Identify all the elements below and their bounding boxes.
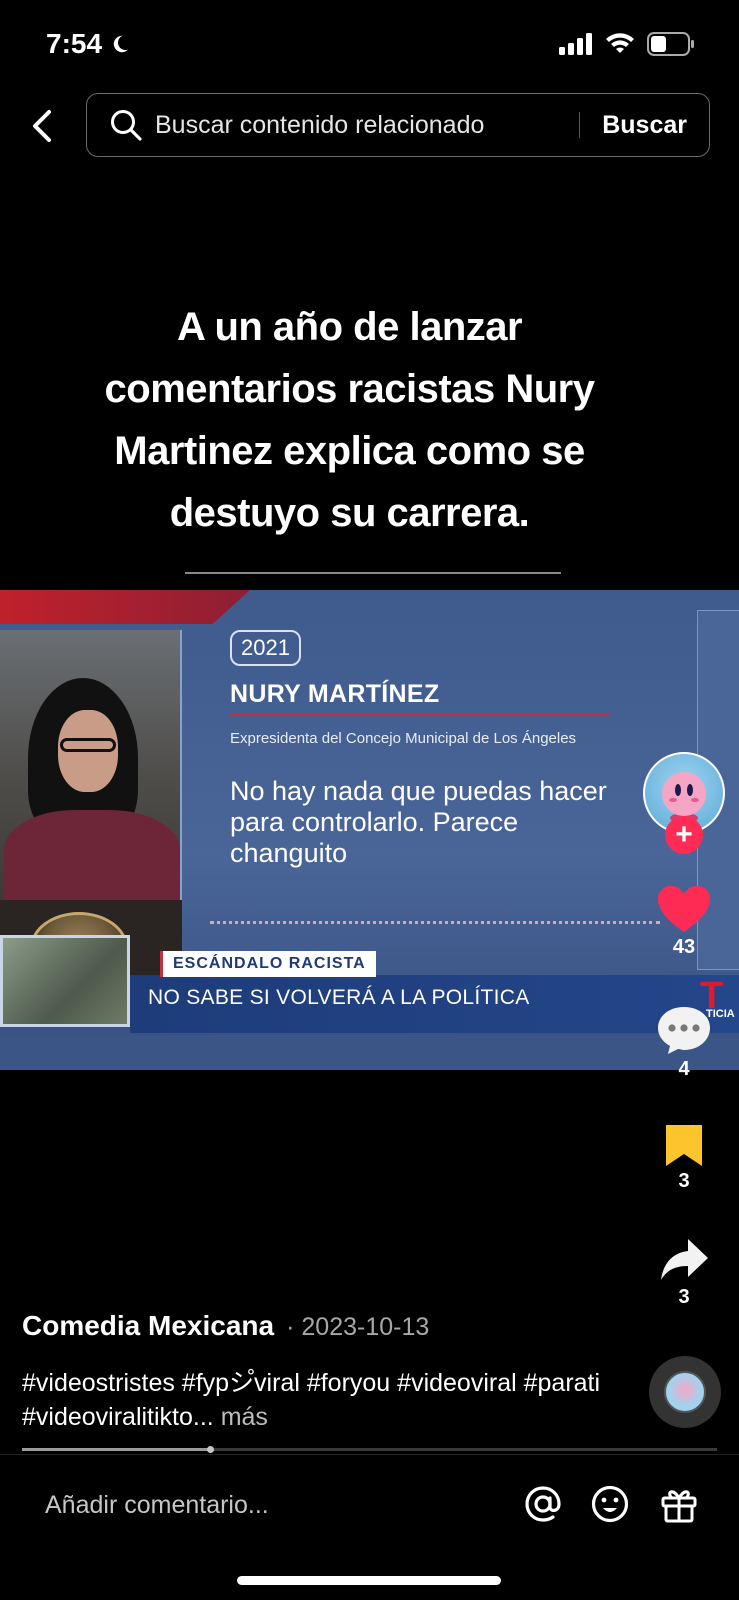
video-caption: A un año de lanzar comentarios racistas … bbox=[104, 305, 595, 535]
video-progress-bar[interactable] bbox=[22, 1446, 717, 1453]
like-action[interactable]: 43 bbox=[640, 884, 728, 959]
comment-icon[interactable] bbox=[655, 1004, 713, 1056]
dotted-divider bbox=[210, 921, 660, 924]
lower-third-tag: ESCÁNDALO RACISTA bbox=[160, 951, 376, 977]
bookmark-action[interactable]: 3 bbox=[640, 1122, 728, 1193]
post-date: · 2023-10-13 bbox=[286, 1313, 430, 1341]
comment-bar bbox=[0, 1454, 739, 1554]
broadcast-red-bar bbox=[0, 590, 250, 624]
home-indicator[interactable] bbox=[237, 1576, 501, 1585]
music-cover-icon bbox=[664, 1371, 706, 1413]
heart-icon[interactable] bbox=[656, 884, 712, 934]
speaker-glasses bbox=[60, 738, 116, 752]
video-player[interactable]: 2021 NURY MARTÍNEZ Expresidenta del Conc… bbox=[0, 590, 739, 1070]
speaker-role: Expresidenta del Concejo Municipal de Lo… bbox=[230, 730, 577, 747]
status-bar: 7:54 bbox=[0, 0, 739, 90]
search-bar[interactable]: Buscar bbox=[86, 93, 710, 157]
bookmark-icon[interactable] bbox=[663, 1122, 705, 1168]
mention-button[interactable] bbox=[520, 1481, 566, 1527]
search-icon bbox=[111, 110, 142, 141]
chevron-left-icon bbox=[33, 110, 51, 142]
progress-fill bbox=[22, 1448, 210, 1451]
share-count: 3 bbox=[678, 1286, 690, 1308]
wifi-icon bbox=[606, 33, 634, 53]
caption-divider bbox=[185, 572, 561, 574]
follow-button[interactable]: + bbox=[665, 816, 703, 854]
speaker-body bbox=[4, 810, 180, 910]
lower-third-headline: NO SABE SI VOLVERÁ A LA POLÍTICA bbox=[148, 986, 530, 1009]
name-underline bbox=[230, 714, 610, 716]
status-time: 7:54 bbox=[46, 28, 130, 60]
moon-icon bbox=[113, 35, 129, 53]
street-inset-image bbox=[0, 935, 130, 1027]
search-input[interactable] bbox=[155, 110, 580, 140]
year-badge: 2021 bbox=[230, 630, 301, 666]
speaker-name: NURY MARTÍNEZ bbox=[230, 680, 440, 708]
battery-icon bbox=[647, 32, 694, 56]
more-link[interactable]: más bbox=[214, 1403, 268, 1431]
search-button[interactable]: Buscar bbox=[580, 111, 709, 140]
back-button[interactable] bbox=[22, 104, 62, 148]
time-text: 7:54 bbox=[46, 28, 103, 59]
gift-icon bbox=[661, 1490, 697, 1523]
author-line[interactable]: Comedia Mexicana · 2023-10-13 bbox=[22, 1310, 429, 1342]
video-bottom-band bbox=[0, 1035, 739, 1070]
comment-count: 4 bbox=[678, 1058, 690, 1080]
author-name[interactable]: Comedia Mexicana bbox=[22, 1310, 274, 1342]
gift-button[interactable] bbox=[656, 1481, 702, 1527]
cellular-signal-icon bbox=[559, 33, 592, 55]
hashtag-text[interactable]: #videostristes #fypシ゚viral #foryou #vide… bbox=[22, 1369, 600, 1431]
creator-avatar[interactable]: + bbox=[643, 752, 725, 854]
comment-input[interactable] bbox=[45, 1481, 485, 1529]
comment-action[interactable]: 4 bbox=[640, 1004, 728, 1081]
at-sign-icon bbox=[525, 1486, 561, 1522]
share-arrow-icon[interactable] bbox=[658, 1236, 710, 1284]
speaker-quote: No hay nada que puedas hacer para contro… bbox=[230, 776, 607, 868]
like-count: 43 bbox=[672, 936, 696, 958]
music-disc[interactable] bbox=[649, 1356, 721, 1428]
post-description[interactable]: #videostristes #fypシ゚viral #foryou #vide… bbox=[22, 1366, 622, 1434]
share-action[interactable]: 3 bbox=[640, 1236, 728, 1309]
status-icons bbox=[559, 32, 695, 56]
emoji-icon bbox=[591, 1485, 629, 1523]
bookmark-count: 3 bbox=[678, 1170, 690, 1192]
emoji-button[interactable] bbox=[587, 1481, 633, 1527]
progress-knob[interactable] bbox=[206, 1446, 214, 1453]
